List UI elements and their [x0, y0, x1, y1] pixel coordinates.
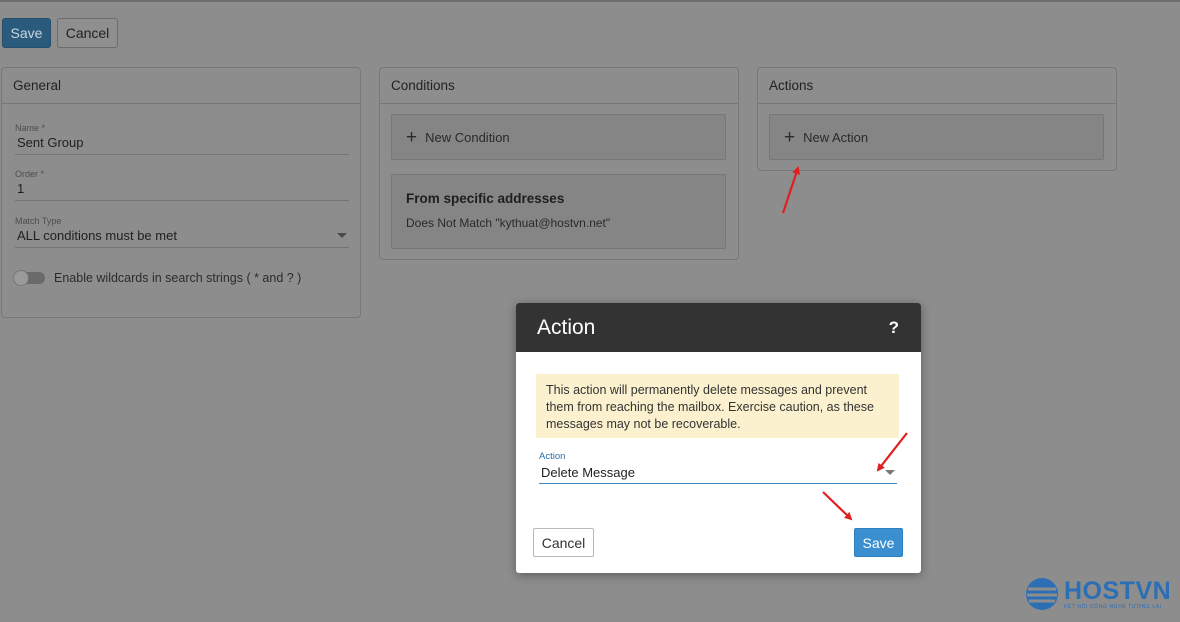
annotation-arrows — [781, 166, 908, 521]
hostvn-logo: HOSTVN KẾT NỐI CÔNG NGHỆ TƯƠNG LAI — [1024, 576, 1171, 612]
brand-tagline: KẾT NỐI CÔNG NGHỆ TƯƠNG LAI — [1064, 603, 1162, 610]
globe-icon — [1026, 578, 1058, 610]
arrow-action-select — [876, 432, 908, 472]
brand-name: HOSTVN — [1064, 576, 1172, 605]
arrow-new-action — [781, 166, 800, 214]
arrow-save — [822, 491, 853, 521]
